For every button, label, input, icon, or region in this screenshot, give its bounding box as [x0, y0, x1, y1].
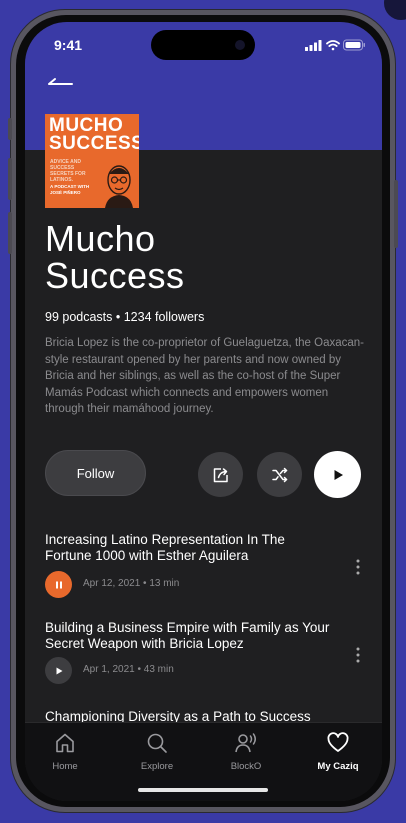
podcast-stats: 99 podcasts • 1234 followers [45, 310, 205, 324]
episode-pause-button[interactable] [45, 571, 72, 598]
camera-icon [235, 40, 245, 50]
episode-item[interactable]: Championing Diversity as a Path to Succe… [45, 709, 365, 723]
episode-title[interactable]: Building a Business Empire with Family a… [45, 620, 335, 652]
episode-title[interactable]: Increasing Latino Representation In The … [45, 532, 335, 564]
share-icon [213, 467, 228, 482]
tab-label: My Caziq [317, 761, 359, 772]
corner-badge [384, 0, 406, 20]
episode-play-button[interactable] [45, 657, 72, 684]
cover-title: MUCHO SUCCESS [49, 115, 139, 154]
side-button-power [394, 180, 398, 248]
episode-meta: Apr 1, 2021 • 43 min [83, 664, 174, 675]
cellular-signal-icon [305, 40, 322, 51]
side-button-volume-up [8, 158, 12, 200]
shuffle-button[interactable] [257, 452, 302, 497]
home-icon [56, 733, 74, 753]
tab-label: Home [52, 761, 78, 772]
heart-icon [327, 732, 349, 752]
podcast-description: Bricia Lopez is the co-proprietor of Gue… [45, 337, 364, 415]
tab-blocko[interactable]: BlockO [211, 731, 281, 772]
cover-host: A PODCAST WITH JOSÉ PIÑERO [50, 184, 90, 195]
play-icon [334, 469, 343, 480]
more-options-icon[interactable] [355, 559, 361, 575]
cover-subtitle: ADVICE AND SUCCESS SECRETS FOR LATINOS. [50, 159, 86, 183]
wifi-icon [326, 40, 340, 51]
app-screen: 9:41 MUCHO SUCCESS ADVICE AND SUCCESS SE… [25, 22, 382, 801]
episode-title[interactable]: Championing Diversity as a Path to Succe… [45, 709, 365, 723]
episode-item[interactable]: Increasing Latino Representation In The … [45, 532, 365, 602]
status-time: 9:41 [54, 37, 83, 53]
tab-explore[interactable]: Explore [122, 731, 192, 772]
follow-button[interactable]: Follow [45, 450, 146, 496]
podcast-cover: MUCHO SUCCESS ADVICE AND SUCCESS SECRETS… [45, 114, 139, 208]
episode-item[interactable]: Building a Business Empire with Family a… [45, 620, 365, 690]
battery-icon [343, 39, 365, 51]
tab-my-caziq[interactable]: My Caziq [303, 731, 373, 772]
tab-home[interactable]: Home [30, 731, 100, 772]
pause-icon [55, 581, 62, 588]
tab-label: Explore [140, 761, 174, 772]
play-icon [56, 667, 62, 674]
share-button[interactable] [198, 452, 243, 497]
host-illustration-icon [105, 165, 133, 208]
side-button-volume-down [8, 212, 12, 254]
dynamic-island [151, 30, 255, 60]
episode-meta: Apr 12, 2021 • 13 min [83, 578, 180, 589]
status-icons [305, 39, 365, 51]
home-indicator[interactable] [138, 788, 268, 792]
tab-label: BlockO [230, 761, 262, 772]
side-button-silent [8, 118, 12, 140]
podcast-title-line2: Success [45, 255, 185, 296]
shuffle-icon [271, 467, 287, 482]
more-options-icon[interactable] [355, 647, 361, 663]
play-all-button[interactable] [314, 451, 361, 498]
search-icon [147, 733, 167, 753]
podcast-title: Mucho Success [45, 220, 185, 294]
back-arrow-icon[interactable] [45, 74, 75, 94]
podcast-title-line1: Mucho [45, 218, 156, 259]
person-speaking-icon [235, 733, 256, 753]
